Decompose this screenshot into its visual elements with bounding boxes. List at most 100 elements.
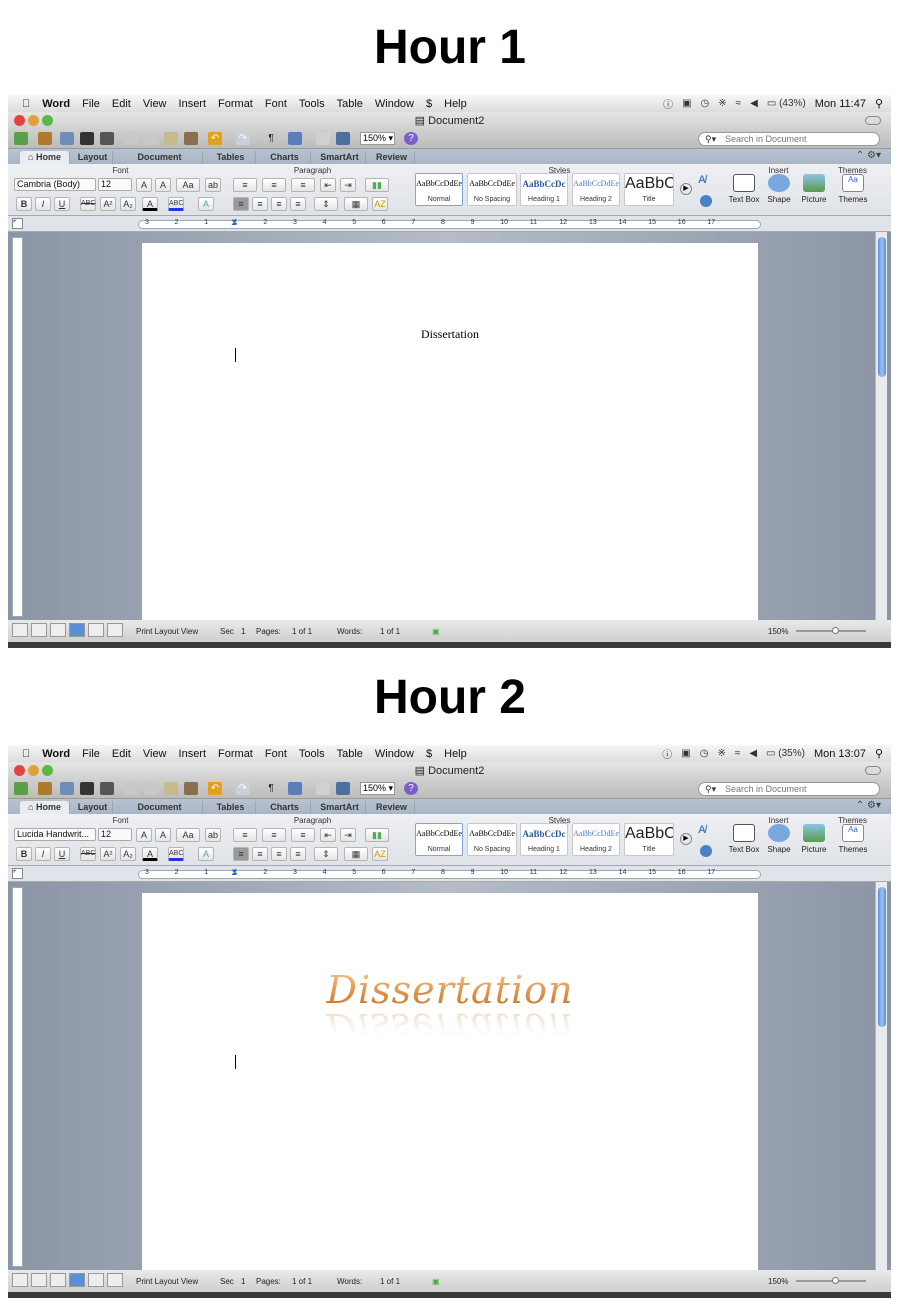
- sidebar-icon[interactable]: [288, 132, 302, 145]
- menu-tools[interactable]: Tools: [293, 748, 331, 760]
- align-right-button[interactable]: ≡: [271, 847, 287, 861]
- insert-text-box-button[interactable]: Text Box: [724, 174, 764, 204]
- sort-button[interactable]: AZ: [372, 847, 388, 861]
- tab-stop-selector[interactable]: ⌜: [12, 218, 23, 229]
- ribbon-settings-icon[interactable]: ⌃ ⚙▾: [856, 150, 881, 161]
- spelling-status-icon[interactable]: ▣: [432, 627, 440, 636]
- insert-picture-button[interactable]: Picture: [794, 824, 834, 854]
- document-page[interactable]: Dissertation Dissertation: [142, 893, 758, 1273]
- tab-layout[interactable]: Layout: [73, 801, 113, 814]
- tab-review[interactable]: Review: [369, 151, 415, 164]
- increase-indent-button[interactable]: ⇥: [340, 178, 356, 192]
- vertical-scrollbar[interactable]: [875, 232, 887, 620]
- insert-text-box-button[interactable]: Text Box: [724, 824, 764, 854]
- style-heading-1[interactable]: AaBbCcDc Heading 1: [520, 173, 568, 206]
- increase-indent-button[interactable]: ⇥: [340, 828, 356, 842]
- format-painter-icon[interactable]: [184, 132, 198, 145]
- menu-table[interactable]: Table: [331, 748, 369, 760]
- insert-picture-button[interactable]: Picture: [794, 174, 834, 204]
- numbering-button[interactable]: ≡: [262, 178, 286, 192]
- spotlight-icon[interactable]: ⚲: [875, 747, 883, 760]
- copy-icon[interactable]: [144, 782, 158, 795]
- strikethrough-button[interactable]: ABC: [80, 197, 96, 211]
- bullets-button[interactable]: ≡: [233, 178, 257, 192]
- save-icon[interactable]: [80, 132, 94, 145]
- gallery-icon[interactable]: [316, 782, 330, 795]
- scrollbar-thumb[interactable]: [878, 237, 886, 377]
- redo-icon[interactable]: ↷: [236, 132, 250, 145]
- clear-formatting-button[interactable]: ab: [205, 178, 221, 192]
- wifi-icon[interactable]: ≈: [736, 98, 742, 109]
- style-heading-2[interactable]: AaBbCcDdEe Heading 2: [572, 823, 620, 856]
- vertical-scrollbar[interactable]: [875, 882, 887, 1270]
- zoom-button[interactable]: [42, 765, 53, 776]
- volume-icon[interactable]: ◀: [750, 98, 758, 109]
- zoom-slider[interactable]: [796, 627, 866, 634]
- styles-next-button[interactable]: ▶: [680, 833, 692, 845]
- grow-font-button[interactable]: A: [136, 178, 152, 192]
- style-heading-1[interactable]: AaBbCcDc Heading 1: [520, 823, 568, 856]
- clock[interactable]: Mon 13:07: [814, 748, 866, 760]
- menu-font[interactable]: Font: [259, 98, 293, 110]
- bluetooth-icon[interactable]: ※: [718, 98, 726, 109]
- menu-file[interactable]: File: [76, 748, 106, 760]
- zoom-slider-knob[interactable]: [832, 1277, 839, 1284]
- insert-shape-button[interactable]: Shape: [759, 174, 799, 204]
- notebook-view-button[interactable]: [88, 623, 104, 637]
- copy-icon[interactable]: [144, 132, 158, 145]
- open-icon[interactable]: [60, 132, 74, 145]
- full-screen-view-button[interactable]: [107, 1273, 123, 1287]
- open-icon[interactable]: [60, 782, 74, 795]
- document-page[interactable]: Dissertation: [142, 243, 758, 623]
- tab-charts[interactable]: Charts: [259, 151, 311, 164]
- zoom-button[interactable]: [42, 115, 53, 126]
- draft-view-button[interactable]: [12, 623, 28, 637]
- tab-smartart[interactable]: SmartArt: [314, 801, 366, 814]
- menu-tools[interactable]: Tools: [293, 98, 331, 110]
- tab-stop-selector[interactable]: ⌜: [12, 868, 23, 879]
- menu-file[interactable]: File: [76, 98, 106, 110]
- style-title[interactable]: AaBbC Title: [624, 173, 674, 206]
- toolbar-toggle-button[interactable]: [865, 116, 881, 125]
- underline-button[interactable]: U: [54, 847, 70, 861]
- menu-insert[interactable]: Insert: [173, 748, 213, 760]
- change-case-button[interactable]: Aa: [176, 828, 200, 842]
- insert-shape-button[interactable]: Shape: [759, 824, 799, 854]
- tab-document-elements[interactable]: Document Elements: [117, 801, 203, 825]
- help-icon[interactable]: ?: [404, 132, 418, 145]
- columns-button[interactable]: ▮▮: [365, 828, 389, 842]
- font-color-button[interactable]: A: [142, 847, 158, 861]
- tab-home[interactable]: ⌂ Home: [20, 801, 70, 814]
- tab-document-elements[interactable]: Document Elements: [117, 151, 203, 175]
- print-layout-view-button[interactable]: [69, 623, 85, 637]
- menu-help[interactable]: Help: [438, 748, 473, 760]
- full-screen-view-button[interactable]: [107, 623, 123, 637]
- battery-icon[interactable]: ▭ (35%): [766, 748, 805, 759]
- multilevel-list-button[interactable]: ≡: [291, 178, 315, 192]
- align-left-button[interactable]: ≡: [233, 197, 249, 211]
- text-effects-button[interactable]: A: [198, 197, 214, 211]
- outline-view-button[interactable]: [31, 623, 47, 637]
- scrollbar-thumb[interactable]: [878, 887, 886, 1027]
- menu-table[interactable]: Table: [331, 98, 369, 110]
- line-spacing-button[interactable]: ⇕: [314, 197, 338, 211]
- template-gallery-icon[interactable]: [38, 132, 52, 145]
- undo-icon[interactable]: ↶: [208, 132, 222, 145]
- new-document-icon[interactable]: [14, 132, 28, 145]
- superscript-button[interactable]: A²: [100, 847, 116, 861]
- battery-icon[interactable]: ▭ (43%): [767, 98, 806, 109]
- menu-help[interactable]: Help: [438, 98, 473, 110]
- search-input[interactable]: ⚲▾ Search in Document: [698, 782, 880, 796]
- align-left-button[interactable]: ≡: [233, 847, 249, 861]
- volume-icon[interactable]: ◀: [749, 748, 757, 759]
- sidebar-icon[interactable]: [288, 782, 302, 795]
- toolbar-toggle-button[interactable]: [865, 766, 881, 775]
- alert-icon[interactable]: ⓘ: [662, 746, 672, 761]
- align-center-button[interactable]: ≡: [252, 847, 268, 861]
- ribbon-settings-icon[interactable]: ⌃ ⚙▾: [856, 800, 881, 811]
- highlight-button[interactable]: ABC: [168, 847, 184, 861]
- save-icon[interactable]: [80, 782, 94, 795]
- horizontal-ruler[interactable]: ⌜ 3 2 1 1 2 3 4 5 6 7 8 9 10 11 12 13 14 15 16 17 ⧗: [8, 866, 891, 882]
- display-icon[interactable]: ▣: [682, 98, 691, 109]
- outline-view-button[interactable]: [31, 1273, 47, 1287]
